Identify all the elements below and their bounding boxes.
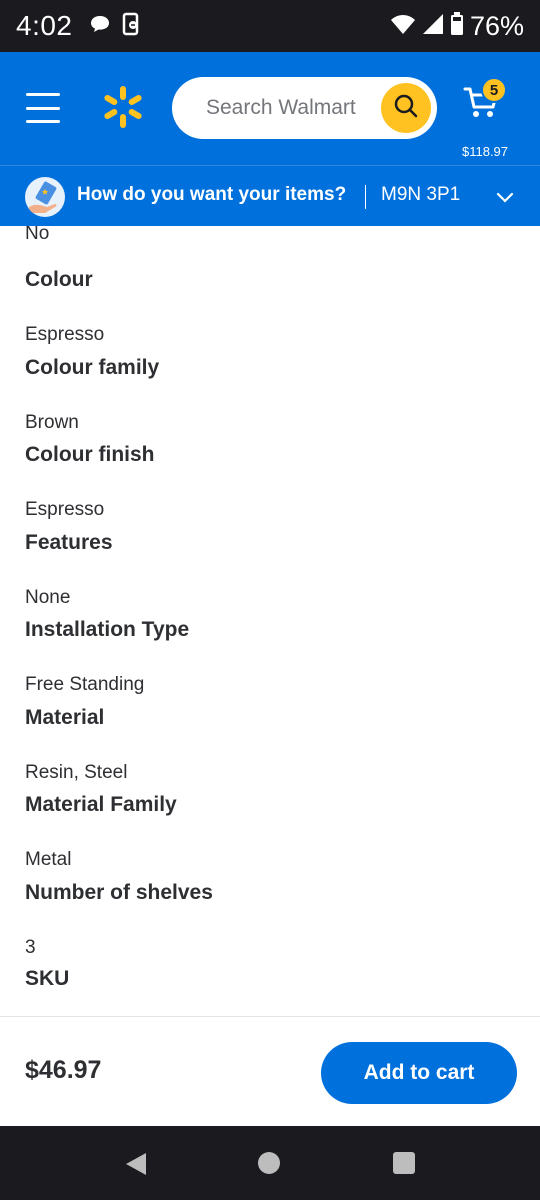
status-system-icons: 76% (390, 11, 524, 42)
search-icon (393, 93, 419, 123)
spec-value: Espresso (25, 499, 105, 520)
wifi-icon (390, 13, 416, 39)
chevron-down-icon[interactable] (496, 189, 514, 208)
status-notification-icons (89, 12, 141, 40)
spec-value: 3 (25, 937, 36, 958)
spec-label: Colour family (25, 356, 160, 379)
status-bar: 4:02 76% (0, 0, 540, 52)
chat-bubble-icon (89, 13, 111, 39)
spec-item: Colour finish Espresso (25, 443, 515, 521)
spec-label: Colour finish (25, 443, 155, 466)
cart-total: $118.97 (461, 144, 509, 159)
spec-label: Features (25, 531, 113, 554)
walmart-spark-icon[interactable] (100, 84, 146, 130)
spec-label: Material Family (25, 793, 177, 816)
spec-item: Features None (25, 531, 515, 609)
spec-label: Colour (25, 268, 93, 291)
status-time: 4:02 (16, 10, 73, 41)
search-input[interactable] (206, 77, 376, 139)
divider (365, 185, 366, 209)
nav-recents-icon[interactable] (393, 1152, 415, 1174)
battery-percent: 76% (469, 10, 524, 41)
phone-sync-icon (121, 12, 141, 40)
product-price: $46.97 (25, 1056, 102, 1084)
spec-item: Colour family Brown (25, 356, 515, 434)
spec-item: Colour Espresso (25, 268, 515, 346)
nav-home-icon[interactable] (258, 1152, 280, 1174)
spec-item: SKU (25, 967, 515, 1016)
cellular-signal-icon (422, 13, 444, 39)
postal-code: M9N 3P1 (381, 184, 461, 205)
fulfillment-selector[interactable]: How do you want your items? M9N 3P1 (0, 165, 540, 226)
cart-count-badge: 5 (481, 77, 507, 103)
spec-label: Installation Type (25, 618, 190, 641)
spec-label: Material (25, 706, 105, 729)
nav-back-icon[interactable] (124, 1151, 148, 1181)
spec-item: Material Family Metal (25, 793, 515, 871)
spec-value: Brown (25, 412, 79, 433)
search-button[interactable] (381, 83, 431, 133)
system-nav-bar (0, 1126, 540, 1200)
search-bar[interactable] (172, 77, 437, 139)
spec-value: No (25, 226, 50, 244)
spec-value: None (25, 587, 71, 608)
cart-button[interactable]: 5 $118.97 (455, 77, 515, 159)
battery-icon (450, 12, 464, 40)
bottom-action-bar: $46.97 Add to cart (0, 1016, 540, 1126)
spec-value: Resin, Steel (25, 762, 128, 783)
specifications-list: No Colour Espresso Colour family Brown C… (0, 226, 540, 1016)
spec-value: Metal (25, 849, 72, 870)
fulfillment-question: How do you want your items? (77, 184, 347, 205)
spec-label: SKU (25, 967, 70, 990)
spec-value: Free Standing (25, 674, 145, 695)
app-header: 5 $118.97 (0, 52, 540, 165)
spec-item: Material Resin, Steel (25, 706, 515, 784)
add-to-cart-button[interactable]: Add to cart (321, 1042, 517, 1104)
spec-item: Installation Type Free Standing (25, 618, 515, 696)
delivery-hand-icon (25, 177, 65, 217)
spec-item: Number of shelves 3 (25, 881, 515, 959)
spec-value: Espresso (25, 324, 105, 345)
hamburger-menu-icon[interactable] (26, 93, 60, 123)
spec-label: Number of shelves (25, 881, 213, 904)
